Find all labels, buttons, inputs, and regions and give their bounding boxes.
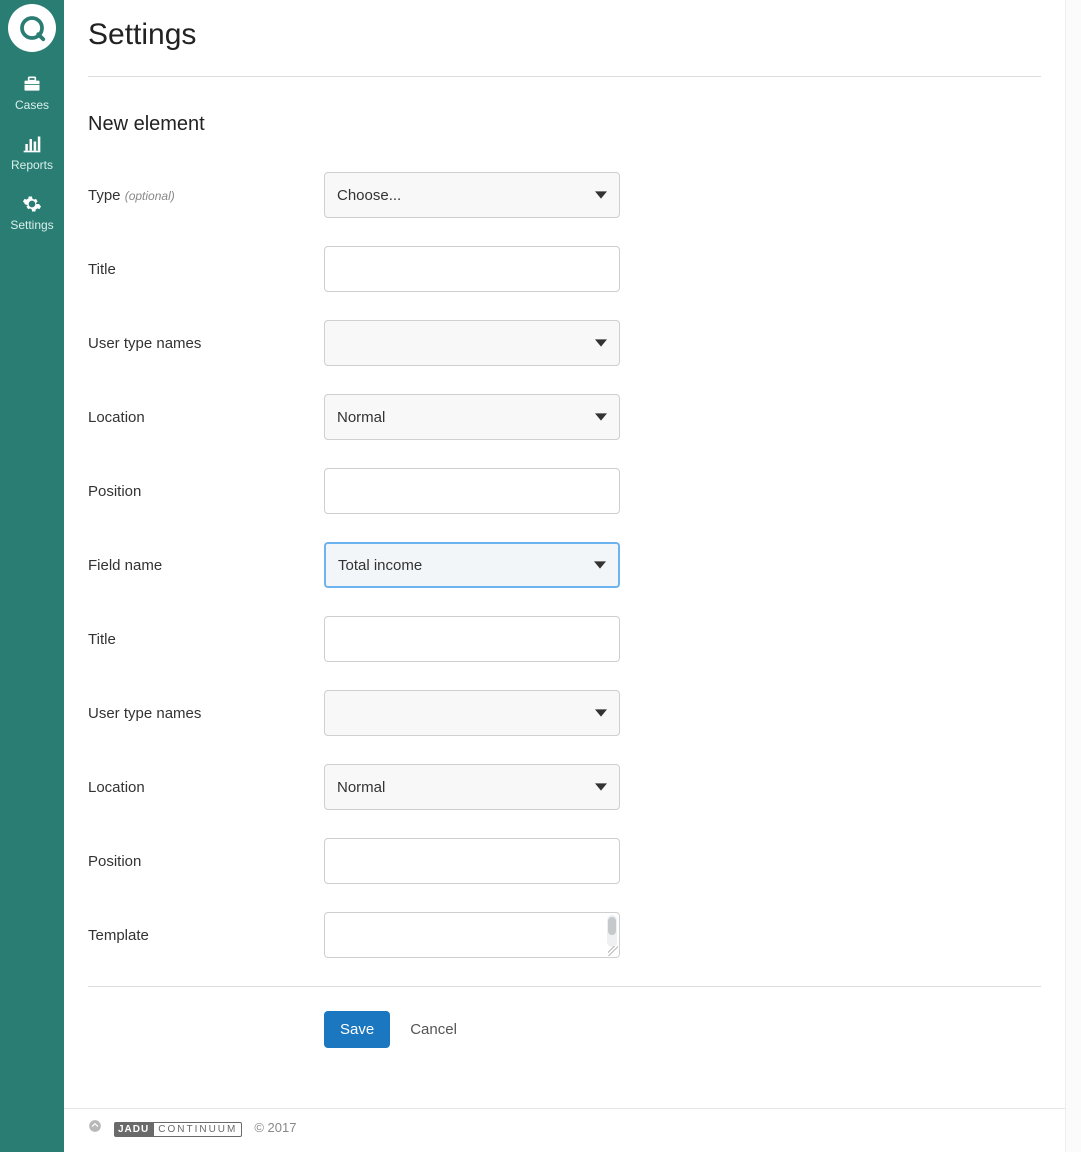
- input-title-2[interactable]: [324, 616, 620, 662]
- save-button[interactable]: Save: [324, 1011, 390, 1048]
- textarea-scrollbar[interactable]: [607, 915, 617, 947]
- textarea-resize-handle[interactable]: [608, 946, 618, 956]
- label-title-2: Title: [88, 631, 324, 648]
- row-template: Template: [88, 912, 1041, 958]
- select-value: Total income: [338, 557, 422, 574]
- row-title-1: Title: [88, 246, 1041, 292]
- row-location-1: Location Normal: [88, 394, 1041, 440]
- label-type: Type (optional): [88, 187, 324, 204]
- chevron-down-icon: [594, 559, 606, 571]
- label-position-2: Position: [88, 853, 324, 870]
- app-logo[interactable]: [8, 4, 56, 52]
- select-value: Normal: [337, 779, 385, 796]
- row-fieldname: Field name Total income: [88, 542, 1041, 588]
- sidebar-item-reports[interactable]: Reports: [0, 126, 64, 186]
- row-type: Type (optional) Choose...: [88, 172, 1041, 218]
- label-template: Template: [88, 927, 324, 944]
- row-usertypes-1: User type names: [88, 320, 1041, 366]
- arrow-up-circle-icon: [88, 1119, 102, 1133]
- sidebar-item-label: Cases: [15, 98, 49, 112]
- sidebar-item-label: Settings: [10, 218, 53, 232]
- sidebar-item-settings[interactable]: Settings: [0, 186, 64, 246]
- divider: [88, 76, 1041, 77]
- input-position-1[interactable]: [324, 468, 620, 514]
- form-actions: Save Cancel: [88, 1011, 1041, 1048]
- main: Settings New element Type (optional) Cho…: [64, 0, 1081, 1152]
- row-title-2: Title: [88, 616, 1041, 662]
- cancel-button[interactable]: Cancel: [410, 1021, 457, 1038]
- chevron-down-icon: [595, 411, 607, 423]
- label-location-2: Location: [88, 779, 324, 796]
- label-location-1: Location: [88, 409, 324, 426]
- textarea-template[interactable]: [324, 912, 620, 958]
- select-usertypes-2[interactable]: [324, 690, 620, 736]
- section-title: New element: [88, 113, 1041, 136]
- label-fieldname: Field name: [88, 557, 324, 574]
- select-location-1[interactable]: Normal: [324, 394, 620, 440]
- select-location-2[interactable]: Normal: [324, 764, 620, 810]
- select-value: Normal: [337, 409, 385, 426]
- q-logo-icon: [17, 13, 47, 43]
- chevron-down-icon: [595, 337, 607, 349]
- scroll-top-button[interactable]: [88, 1119, 102, 1136]
- bar-chart-icon: [21, 134, 43, 154]
- label-position-1: Position: [88, 483, 324, 500]
- row-location-2: Location Normal: [88, 764, 1041, 810]
- select-type[interactable]: Choose...: [324, 172, 620, 218]
- chevron-down-icon: [595, 781, 607, 793]
- footer: JADUCONTINUUM © 2017: [64, 1108, 1065, 1152]
- page-title: Settings: [88, 18, 1041, 52]
- copyright: © 2017: [254, 1120, 296, 1135]
- scrollbar[interactable]: [1065, 0, 1081, 1152]
- input-position-2[interactable]: [324, 838, 620, 884]
- brand-badge: JADUCONTINUUM: [114, 1120, 242, 1135]
- sidebar-item-label: Reports: [11, 158, 53, 172]
- content: Settings New element Type (optional) Cho…: [64, 0, 1065, 1108]
- briefcase-icon: [21, 74, 43, 94]
- select-value: Choose...: [337, 187, 401, 204]
- label-usertypes-2: User type names: [88, 705, 324, 722]
- divider: [88, 986, 1041, 987]
- label-title-1: Title: [88, 261, 324, 278]
- row-usertypes-2: User type names: [88, 690, 1041, 736]
- chevron-down-icon: [595, 707, 607, 719]
- gear-icon: [22, 194, 42, 214]
- row-position-1: Position: [88, 468, 1041, 514]
- row-position-2: Position: [88, 838, 1041, 884]
- input-title-1[interactable]: [324, 246, 620, 292]
- chevron-down-icon: [595, 189, 607, 201]
- select-fieldname[interactable]: Total income: [324, 542, 620, 588]
- sidebar-item-cases[interactable]: Cases: [0, 66, 64, 126]
- sidebar: Cases Reports Settings: [0, 0, 64, 1152]
- select-usertypes-1[interactable]: [324, 320, 620, 366]
- label-usertypes-1: User type names: [88, 335, 324, 352]
